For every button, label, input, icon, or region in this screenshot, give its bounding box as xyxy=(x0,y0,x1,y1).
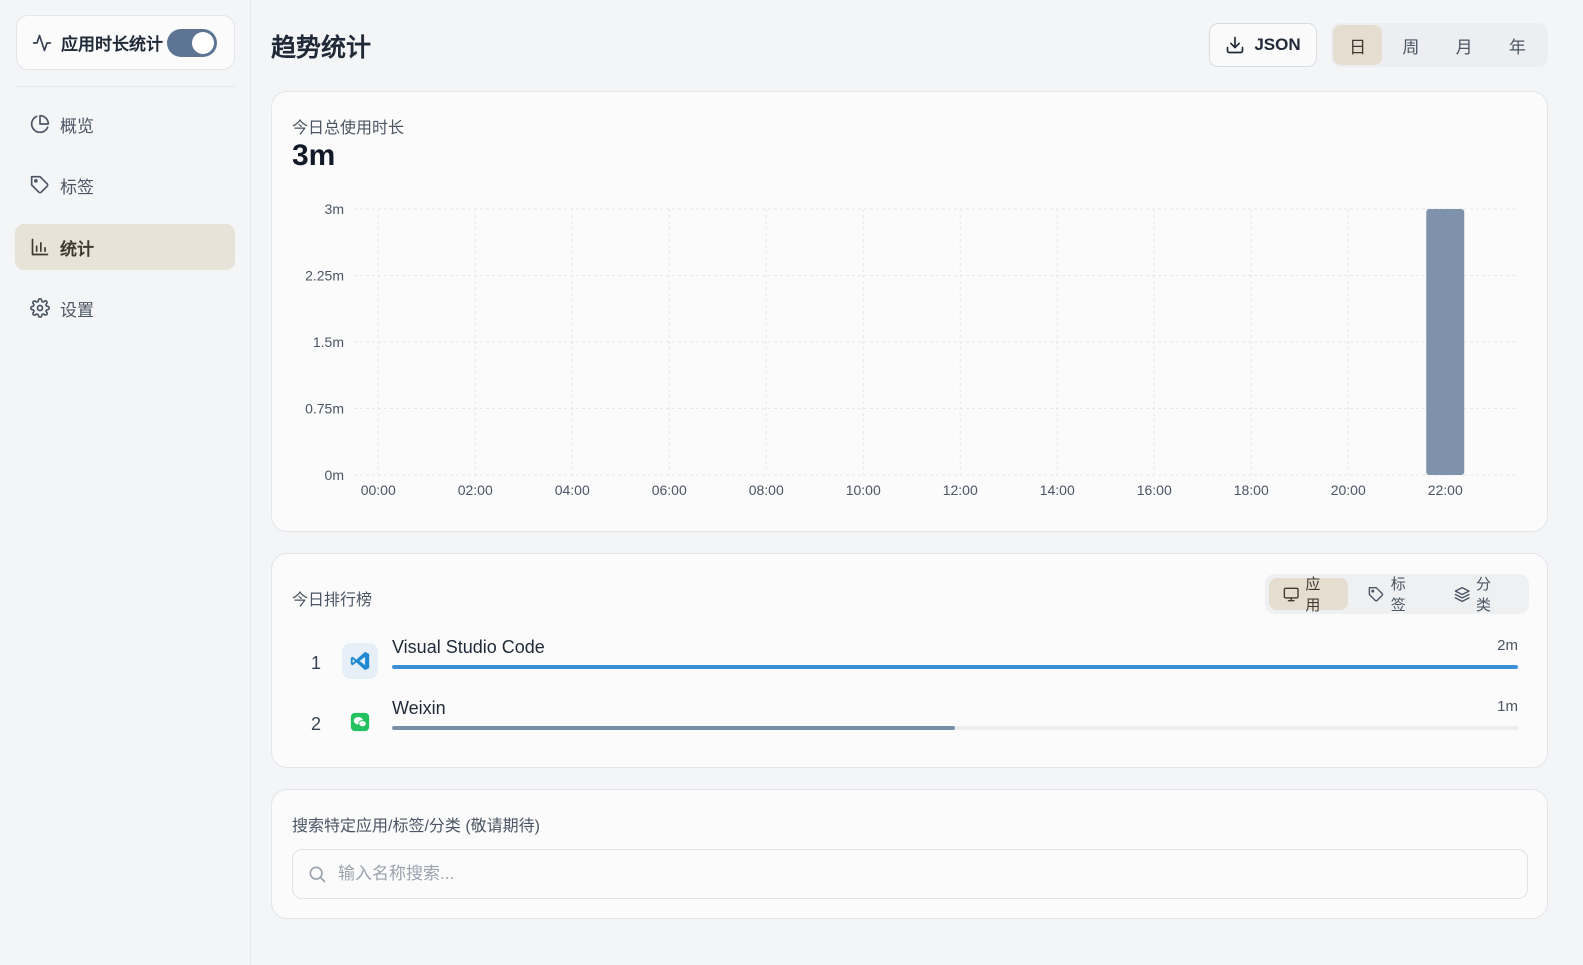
ranking-row[interactable]: 1 Visual Studio Code 2m xyxy=(292,636,1528,686)
x-tick-label: 06:00 xyxy=(652,482,687,498)
tab-apps-label: 应用 xyxy=(1305,576,1321,614)
search-icon xyxy=(309,866,326,883)
gear-icon xyxy=(30,298,50,318)
chart-bar xyxy=(1426,209,1465,475)
sidebar-item-tags[interactable]: 标签 xyxy=(15,162,235,208)
usage-progress-track xyxy=(392,665,1518,669)
search-card: 搜索特定应用/标签/分类 (敬请期待) xyxy=(271,789,1548,919)
usage-chart-card: 今日总使用时长 3m 0m 0.75m 1.5m 2.25m 3m 00:00 02:00 0… xyxy=(271,91,1548,532)
sidebar-item-label: 概览 xyxy=(60,116,94,136)
layers-icon xyxy=(1454,586,1470,602)
y-tick-label: 3m xyxy=(325,201,344,217)
page-title: 趋势统计 xyxy=(271,34,372,62)
tab-day[interactable]: 日 xyxy=(1333,25,1383,65)
monitor-icon xyxy=(1283,587,1299,601)
search-box[interactable] xyxy=(292,849,1528,899)
sidebar-divider xyxy=(16,86,235,87)
tab-categories-label: 分类 xyxy=(1476,576,1492,614)
bar-chart-icon xyxy=(31,238,49,256)
tab-apps[interactable]: 应用 xyxy=(1269,576,1349,614)
hourly-usage-chart: 0m 0.75m 1.5m 2.25m 3m 00:00 02:00 04:00 06:00 08… xyxy=(305,201,1517,498)
toggle-knob xyxy=(192,31,214,54)
sidebar-item-statistics[interactable]: 统计 xyxy=(15,224,235,270)
x-tick-label: 20:00 xyxy=(1331,482,1366,498)
x-tick-label: 00:00 xyxy=(361,482,396,498)
search-title: 搜索特定应用/标签/分类 (敬请期待) xyxy=(292,818,540,835)
ranking-row[interactable]: 2 Weixin 1m xyxy=(292,697,1528,747)
y-tick-label: 0m xyxy=(325,467,344,483)
x-tick-label: 08:00 xyxy=(749,482,784,498)
rank-number: 2 xyxy=(311,714,322,734)
tag-icon xyxy=(30,175,49,194)
x-tick-label: 10:00 xyxy=(846,482,881,498)
ranking-card: 今日排行榜 应用 标签 分类 1 Visual Studio Code 2m 2… xyxy=(271,553,1548,768)
tab-year[interactable]: 年 xyxy=(1493,25,1542,65)
usage-progress-bar xyxy=(392,726,955,730)
sidebar-item-settings[interactable]: 设置 xyxy=(15,285,235,331)
tab-tags[interactable]: 标签 xyxy=(1354,576,1433,614)
tab-month[interactable]: 月 xyxy=(1440,25,1489,65)
app-title: 应用时长统计 xyxy=(61,35,163,54)
tag-icon xyxy=(1369,586,1384,601)
download-icon xyxy=(1227,36,1244,54)
app-header-card: 应用时长统计 xyxy=(16,15,235,70)
app-duration: 2m xyxy=(1497,637,1518,654)
app-name: Visual Studio Code xyxy=(392,637,545,657)
activity-icon xyxy=(32,34,52,51)
usage-progress-track xyxy=(392,726,1518,730)
time-range-tabs: 日 周 月 年 xyxy=(1331,23,1548,67)
y-tick-label: 0.75m xyxy=(305,401,344,417)
tab-tags-label: 标签 xyxy=(1390,576,1406,614)
tracking-toggle[interactable] xyxy=(167,28,217,57)
wechat-icon xyxy=(342,704,378,740)
x-tick-label: 04:00 xyxy=(555,482,590,498)
tab-categories[interactable]: 分类 xyxy=(1440,576,1519,614)
export-json-button[interactable]: JSON xyxy=(1209,23,1317,67)
x-tick-label: 16:00 xyxy=(1137,482,1172,498)
x-tick-label: 22:00 xyxy=(1428,482,1463,498)
x-tick-label: 18:00 xyxy=(1234,482,1269,498)
sidebar-item-overview[interactable]: 概览 xyxy=(15,101,235,147)
tab-week[interactable]: 周 xyxy=(1386,25,1435,65)
y-tick-label: 1.5m xyxy=(313,334,344,350)
sidebar: 应用时长统计 概览 标签 统计 设置 xyxy=(0,0,251,965)
usage-progress-bar xyxy=(392,665,1518,669)
export-json-label: JSON xyxy=(1254,35,1301,54)
pie-chart-icon xyxy=(30,114,50,134)
app-duration: 1m xyxy=(1497,698,1518,715)
x-tick-label: 12:00 xyxy=(943,482,978,498)
app-name: Weixin xyxy=(392,698,446,718)
ranking-tabs: 应用 标签 分类 xyxy=(1265,574,1529,614)
sidebar-item-label: 标签 xyxy=(60,177,94,197)
x-tick-label: 14:00 xyxy=(1040,482,1075,498)
sidebar-item-label: 设置 xyxy=(60,300,94,320)
rank-number: 1 xyxy=(311,653,322,673)
vscode-icon xyxy=(342,643,378,679)
sidebar-item-label: 统计 xyxy=(60,239,94,259)
y-tick-label: 2.25m xyxy=(305,268,344,284)
x-tick-label: 02:00 xyxy=(458,482,493,498)
search-input[interactable] xyxy=(338,864,1438,884)
ranking-title: 今日排行榜 xyxy=(292,592,373,609)
